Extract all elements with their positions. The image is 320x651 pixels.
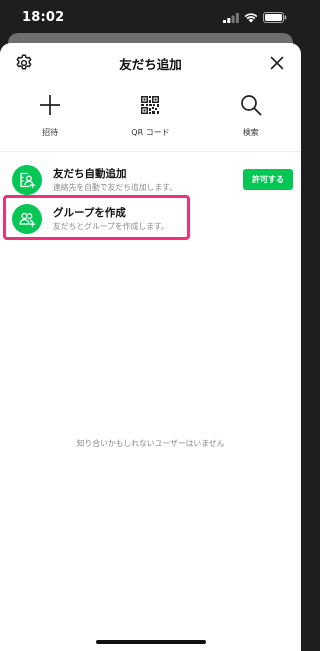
shortcut-bar: 招待 QR コード 検索: [0, 89, 301, 145]
search-icon: [240, 95, 262, 116]
allow-button[interactable]: 許可する: [243, 169, 293, 190]
empty-message: 知り合いかもしれないユーザーはいません: [76, 439, 225, 448]
qr-code-shortcut[interactable]: QR コード: [100, 89, 200, 145]
add-friends-sheet: 友だち追加 招待 QR コード 検索 友だち自動追加 連絡先を自動で友だち追加し…: [0, 43, 301, 651]
close-icon: [270, 56, 284, 70]
sheet-header: 友だち追加: [0, 43, 301, 81]
row-subtitle-auto-add: 連絡先を自動で友だち追加します。: [53, 183, 177, 192]
highlight-box: [3, 195, 190, 240]
invite-shortcut[interactable]: 招待: [0, 89, 100, 145]
divider: [0, 151, 301, 152]
page-title: 友だち追加: [119, 57, 182, 72]
search-shortcut[interactable]: 検索: [201, 89, 301, 145]
row-title-auto-add: 友だち自動追加: [53, 168, 127, 180]
close-button[interactable]: [267, 53, 287, 73]
wifi-icon: [244, 12, 258, 23]
battery-icon: [263, 12, 287, 23]
shortcut-label-invite: 招待: [42, 128, 59, 137]
status-time: 18:02: [22, 10, 65, 25]
shortcut-label-qr: QR コード: [131, 128, 170, 137]
plus-icon: [40, 95, 61, 115]
status-icons: [223, 12, 287, 23]
auto-add-friend-icon: [12, 165, 42, 195]
status-bar: 18:02: [0, 0, 301, 36]
shortcut-label-search: 検索: [242, 128, 259, 137]
signal-icon: [223, 12, 239, 23]
qr-code-icon: [141, 96, 160, 114]
home-indicator: [96, 640, 206, 644]
